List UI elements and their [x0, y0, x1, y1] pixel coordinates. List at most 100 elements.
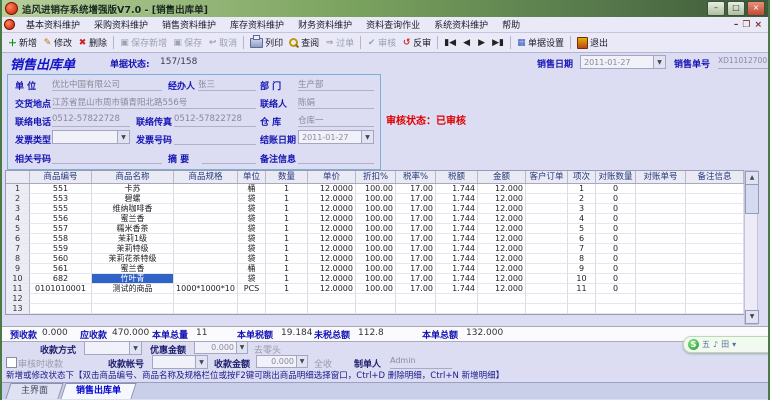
cell-price[interactable]: 12.0000: [308, 214, 356, 224]
cell-recon_qty[interactable]: 0: [596, 224, 636, 234]
cell-recon_no[interactable]: [636, 264, 686, 274]
cell-note[interactable]: [686, 304, 744, 314]
cell-price[interactable]: 12.0000: [308, 204, 356, 214]
cell-recon_no[interactable]: [636, 244, 686, 254]
cell-price[interactable]: 12.0000: [308, 194, 356, 204]
cell-amount[interactable]: 12.000: [478, 254, 526, 264]
menu-item-1[interactable]: 采购资料维护: [87, 17, 155, 32]
cell-cust_order[interactable]: [526, 214, 568, 224]
cell-code[interactable]: 682: [30, 274, 92, 284]
cell-code[interactable]: 558: [30, 234, 92, 244]
cell-unit[interactable]: [238, 304, 266, 314]
column-header-price[interactable]: 单价: [308, 171, 356, 183]
cell-note[interactable]: [686, 234, 744, 244]
cell-amount[interactable]: 12.000: [478, 284, 526, 294]
cell-recon_no[interactable]: [636, 284, 686, 294]
toolbar-button-删除[interactable]: ✖ 删除: [75, 35, 110, 50]
cell-code[interactable]: [30, 294, 92, 304]
cell-price[interactable]: 12.0000: [308, 234, 356, 244]
cell-tax[interactable]: 1.744: [436, 264, 478, 274]
cell-price[interactable]: 12.0000: [308, 284, 356, 294]
agent-field[interactable]: 张三: [198, 78, 256, 91]
cell-spec[interactable]: [174, 244, 238, 254]
minimize-icon[interactable]: –: [707, 1, 725, 16]
cell-discount[interactable]: [356, 294, 396, 304]
column-header-tax_rate[interactable]: 税率%: [396, 171, 436, 183]
cell-tax_rate[interactable]: 17.00: [396, 244, 436, 254]
column-header-cust_order[interactable]: 客户订单: [526, 171, 568, 183]
cell-qty[interactable]: 1: [266, 234, 308, 244]
settle-date-combo[interactable]: 2011-01-27 ▼: [298, 130, 374, 144]
cell-no[interactable]: 11: [6, 284, 30, 294]
cell-code[interactable]: 551: [30, 184, 92, 194]
cell-discount[interactable]: 100.00: [356, 204, 396, 214]
fax-field[interactable]: 0512-57822728: [174, 114, 256, 127]
cell-discount[interactable]: 100.00: [356, 234, 396, 244]
cell-tax_rate[interactable]: [396, 294, 436, 304]
cell-tax[interactable]: 1.744: [436, 254, 478, 264]
collect-on-audit-checkbox[interactable]: [6, 357, 17, 368]
mdi-minimize-icon[interactable]: –: [734, 19, 739, 31]
cell-spec[interactable]: [174, 194, 238, 204]
cell-tax_rate[interactable]: 17.00: [396, 234, 436, 244]
cell-spec[interactable]: [174, 274, 238, 284]
cell-amount[interactable]: 12.000: [478, 194, 526, 204]
cell-spec[interactable]: [174, 254, 238, 264]
cell-no[interactable]: 12: [6, 294, 30, 304]
cell-recon_no[interactable]: [636, 184, 686, 194]
sale-no-field[interactable]: XD110127001: [718, 56, 768, 69]
cell-discount[interactable]: 100.00: [356, 224, 396, 234]
cell-note[interactable]: [686, 184, 744, 194]
column-header-no[interactable]: [6, 171, 30, 183]
toolbar-button-过单[interactable]: ⇒ 过单: [322, 35, 357, 50]
cell-qty[interactable]: 1: [266, 224, 308, 234]
cell-recon_no[interactable]: [636, 274, 686, 284]
chevron-down-icon[interactable]: ▼: [361, 131, 373, 143]
column-header-recon_no[interactable]: 对账单号: [636, 171, 686, 183]
cell-qty[interactable]: 1: [266, 214, 308, 224]
cell-spec[interactable]: [174, 304, 238, 314]
cell-unit[interactable]: 桶: [238, 184, 266, 194]
cell-cust_order[interactable]: [526, 224, 568, 234]
chevron-down-icon[interactable]: ▼: [653, 56, 665, 68]
cell-cust_order[interactable]: [526, 294, 568, 304]
maximize-icon[interactable]: □: [727, 1, 745, 16]
menu-item-4[interactable]: 财务资料维护: [291, 17, 359, 32]
cell-price[interactable]: 12.0000: [308, 184, 356, 194]
cell-qty[interactable]: 1: [266, 264, 308, 274]
cell-name[interactable]: [92, 294, 174, 304]
payment-method-combo[interactable]: ▼: [84, 341, 142, 355]
toolbar-button-单据设置[interactable]: ▦ 单据设置: [514, 35, 567, 50]
cell-cust_order[interactable]: [526, 274, 568, 284]
cell-recon_qty[interactable]: 0: [596, 194, 636, 204]
cell-line[interactable]: 8: [568, 254, 596, 264]
sale-date-combo[interactable]: 2011-01-27 ▼: [580, 55, 666, 69]
column-header-amount[interactable]: 金额: [478, 171, 526, 183]
cell-tax[interactable]: 1.744: [436, 224, 478, 234]
cell-tax[interactable]: 1.744: [436, 184, 478, 194]
cell-code[interactable]: 557: [30, 224, 92, 234]
cell-price[interactable]: 12.0000: [308, 224, 356, 234]
cell-amount[interactable]: 12.000: [478, 214, 526, 224]
cell-name[interactable]: 茉莉1级: [92, 234, 174, 244]
cell-cust_order[interactable]: [526, 234, 568, 244]
tab-主界面[interactable]: 主界面: [5, 383, 64, 399]
close-icon[interactable]: ×: [747, 1, 765, 16]
tab-销售出库单[interactable]: 销售出库单: [60, 383, 137, 399]
chevron-down-icon[interactable]: ▼: [296, 356, 307, 367]
cell-amount[interactable]: 12.000: [478, 224, 526, 234]
cell-unit[interactable]: 袋: [238, 224, 266, 234]
cell-unit[interactable]: [238, 294, 266, 304]
cell-name[interactable]: 蜜兰香: [92, 214, 174, 224]
cell-recon_qty[interactable]: 0: [596, 244, 636, 254]
cell-no[interactable]: 1: [6, 184, 30, 194]
cell-price[interactable]: 12.0000: [308, 254, 356, 264]
cell-cust_order[interactable]: [526, 304, 568, 314]
menu-item-2[interactable]: 销售资料维护: [155, 17, 223, 32]
cell-cust_order[interactable]: [526, 184, 568, 194]
cell-no[interactable]: 9: [6, 264, 30, 274]
cell-qty[interactable]: [266, 294, 308, 304]
scroll-down-icon[interactable]: ▼: [745, 310, 759, 324]
toolbar-button-查阅[interactable]: 查阅: [286, 35, 322, 50]
discount-amount-field[interactable]: 0.000 ▼: [194, 341, 248, 354]
